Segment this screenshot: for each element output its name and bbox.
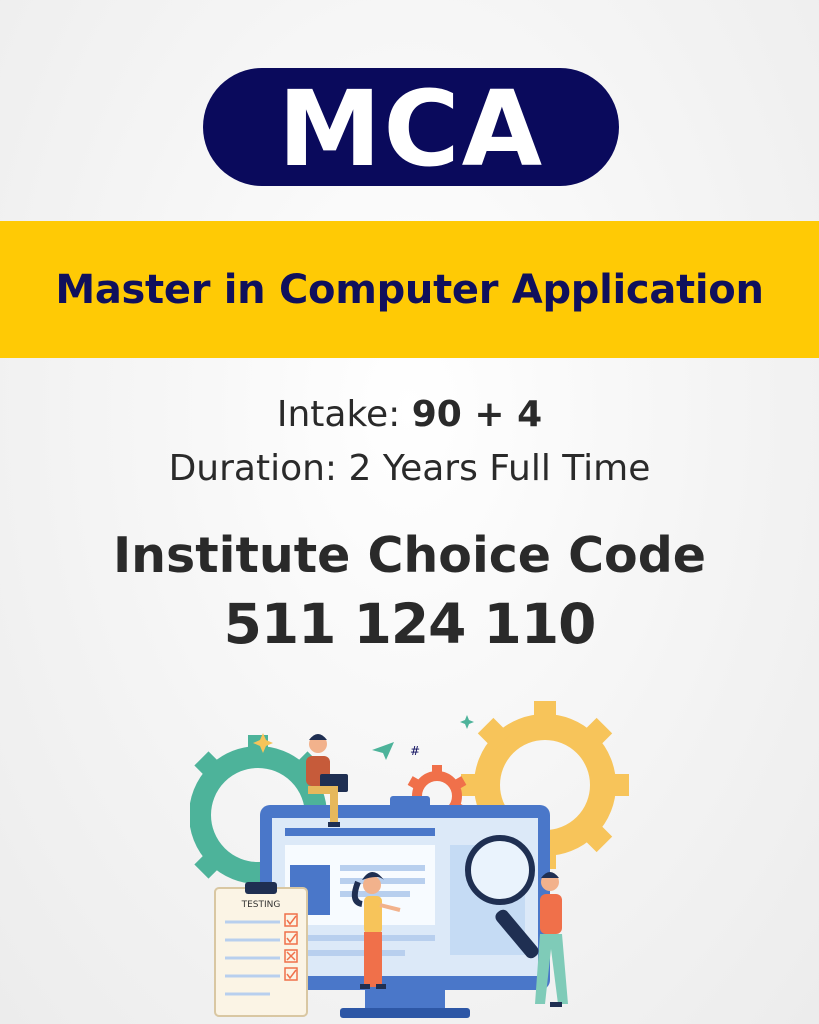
- mca-logo-text: MCA: [277, 68, 545, 190]
- duration-line: Duration: 2 Years Full Time: [0, 448, 819, 489]
- program-banner: Master in Computer Application: [0, 221, 819, 358]
- clipboard-label: TESTING: [241, 900, 281, 910]
- svg-text:#: #: [410, 744, 420, 758]
- intake-label: Intake:: [276, 394, 401, 435]
- institute-code-title: Institute Choice Code: [112, 527, 707, 584]
- software-testing-illustration: # TESTING: [190, 701, 629, 1018]
- duration-value: 2 Years Full Time: [348, 448, 651, 489]
- testing-clipboard-icon: TESTING: [214, 882, 308, 1017]
- institute-code-value: 511 124 110: [223, 592, 597, 656]
- program-title: Master in Computer Application: [55, 266, 764, 313]
- duration-label: Duration:: [168, 448, 338, 489]
- intake-value: 90 + 4: [411, 394, 543, 435]
- mca-logo-pill: MCA: [203, 68, 619, 186]
- intake-line: Intake: 90 + 4: [0, 394, 819, 435]
